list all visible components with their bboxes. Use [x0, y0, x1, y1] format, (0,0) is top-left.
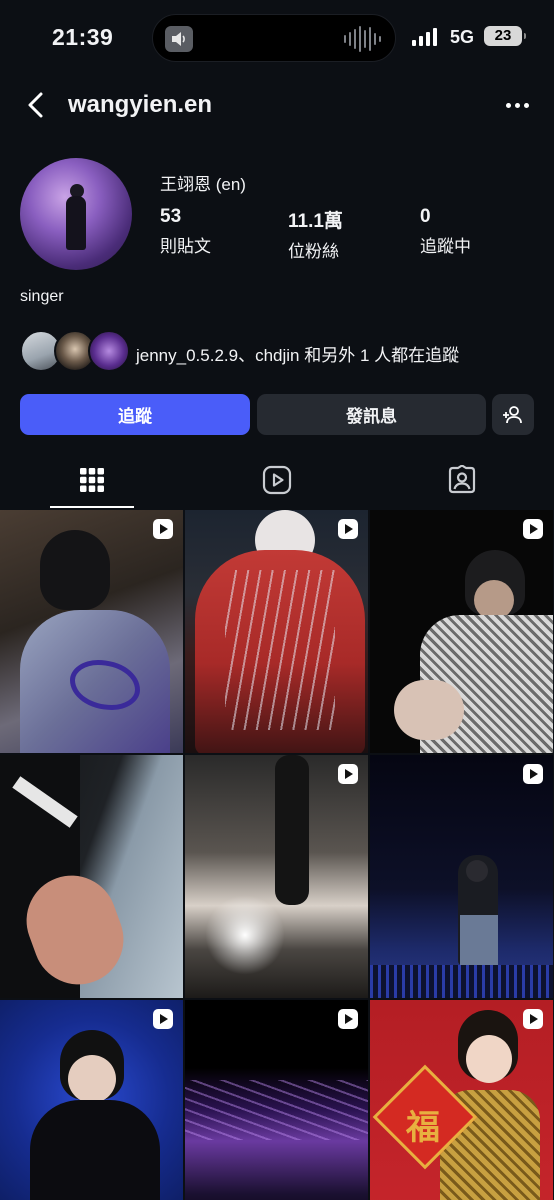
stat-following-value: 0: [420, 206, 431, 227]
reel-icon: [523, 1009, 543, 1029]
more-horizontal-icon: [505, 102, 511, 108]
profile-tabs: [0, 452, 554, 508]
stat-followers-label: 位粉絲: [288, 242, 339, 261]
audio-wave-icon: [344, 26, 381, 52]
active-tab-indicator: [50, 506, 134, 508]
stat-following-label: 追蹤中: [420, 237, 471, 256]
post-thumbnail[interactable]: [185, 1000, 368, 1200]
grid-icon: [80, 468, 104, 492]
mutual-followers-text: jenny_0.5.2.9、chdjin 和另外 1 人都在追蹤: [136, 346, 460, 365]
status-time: 21:39: [52, 24, 114, 50]
tab-reels[interactable]: [185, 452, 369, 508]
tagged-icon: [448, 465, 476, 494]
post-thumbnail[interactable]: 福: [370, 1000, 553, 1200]
stat-posts-label: 則貼文: [160, 237, 211, 256]
post-thumbnail[interactable]: [0, 510, 183, 753]
more-options-button[interactable]: [500, 90, 534, 120]
reel-icon: [153, 519, 173, 539]
post-thumbnail[interactable]: [370, 510, 553, 753]
reel-icon: [338, 1009, 358, 1029]
avatar[interactable]: [20, 158, 132, 270]
network-type: 5G: [450, 27, 475, 47]
stat-posts[interactable]: 53 則貼文: [160, 206, 211, 257]
profile-header: wangyien.en: [0, 80, 554, 130]
add-person-icon: [503, 405, 522, 423]
message-button[interactable]: 發訊息: [257, 394, 486, 435]
mutual-avatar: [88, 330, 130, 372]
reel-icon: [523, 764, 543, 784]
speaker-icon: [165, 26, 193, 52]
reel-icon: [338, 519, 358, 539]
bio: singer: [20, 288, 64, 305]
mutual-followers[interactable]: jenny_0.5.2.9、chdjin 和另外 1 人都在追蹤: [20, 330, 540, 372]
posts-grid: 福: [0, 510, 554, 1200]
signal-icon: [412, 28, 437, 46]
post-thumbnail[interactable]: [0, 1000, 183, 1200]
stat-following[interactable]: 0 追蹤中: [420, 206, 471, 257]
display-name: 王翊恩 (en): [160, 175, 246, 194]
stat-posts-value: 53: [160, 206, 182, 227]
tab-tagged[interactable]: [370, 452, 554, 508]
reel-icon: [338, 764, 358, 784]
stat-followers[interactable]: 11.1萬 位粉絲: [288, 206, 343, 262]
reels-icon: [262, 465, 292, 495]
follow-button[interactable]: 追蹤: [20, 394, 250, 435]
dynamic-island: [152, 14, 396, 62]
post-thumbnail[interactable]: [185, 510, 368, 753]
page-title: wangyien.en: [68, 91, 213, 118]
back-button[interactable]: [20, 88, 54, 122]
suggest-people-button[interactable]: [492, 394, 534, 435]
reel-icon: [153, 1009, 173, 1029]
reel-icon: [523, 519, 543, 539]
battery-indicator: 23: [484, 26, 526, 46]
post-thumbnail[interactable]: [370, 755, 553, 998]
post-thumbnail[interactable]: [0, 755, 183, 998]
chevron-left-icon: [28, 92, 43, 118]
tab-grid[interactable]: [0, 452, 184, 508]
status-bar: 21:39 5G 23: [0, 0, 554, 76]
post-thumbnail[interactable]: [185, 755, 368, 998]
stat-followers-value: 11.1萬: [288, 211, 343, 232]
